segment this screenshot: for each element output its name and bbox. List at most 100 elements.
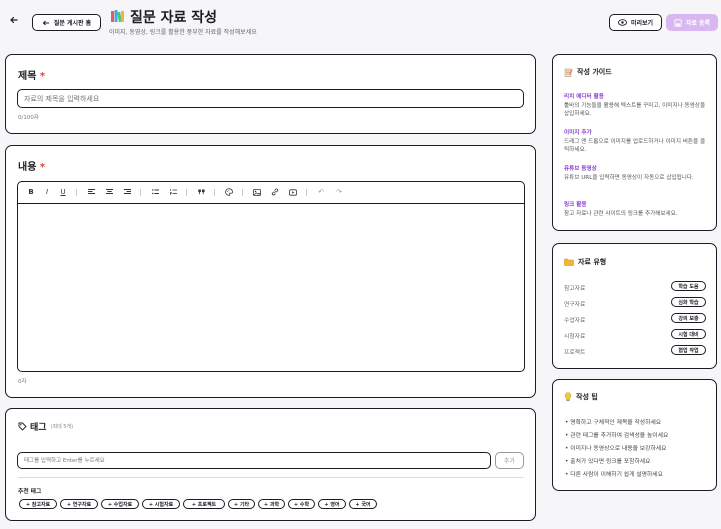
redo-button[interactable]: ↷ [332,182,346,202]
type-label: 수업자료 [564,318,586,324]
types-header: 자료 유형 [564,257,606,267]
type-label: 참고자료 [564,286,586,292]
lightbulb-icon [564,392,572,402]
align-left-icon [87,189,95,194]
material-types-card: 자료 유형 참고자료 학습 도움 연구자료 심화 학습 수업자료 강의 보충 시… [552,243,717,369]
video-button[interactable] [286,182,300,202]
page-title: 질문 자료 작성 [130,10,218,26]
bold-button[interactable]: B [24,182,38,202]
guide-item: 이미지 추가 드래그 앤 드롭으로 이미지를 업로드하거나 이미지 버튼을 클릭… [564,128,709,154]
guide-item-body: 유튜브 URL을 입력하면 동영상이 자동으로 삽입됩니다. [564,175,694,181]
recommended-tag[interactable]: + 참고자료 [19,499,57,509]
tags-hint: (최대 5개) [50,424,74,430]
books-icon [110,8,125,23]
underline-button[interactable]: U [56,182,70,202]
tip-item: • 명확하고 구체적인 제목을 작성하세요 [565,420,662,426]
palette-icon [225,188,233,196]
italic-button[interactable]: I [40,182,54,202]
back-arrow-icon[interactable] [9,15,19,25]
tags-card: 태그 (최대 5개) 추가 추천 태그 + 참고자료 + 연구자료 + 수업자료… [5,408,536,521]
recommended-tag[interactable]: + 프로젝트 [183,499,225,509]
editor-content-area[interactable] [18,204,524,371]
content-label: 내용 * [18,162,46,173]
type-badge: 협업 작업 [671,345,706,355]
preview-label: 미리보기 [630,20,654,27]
type-badge: 학습 도움 [671,281,706,291]
image-icon [253,188,261,196]
title-counter: 0/100자 [18,115,39,121]
link-button[interactable] [268,182,282,202]
recommended-tags: + 참고자료 + 연구자료 + 수업자료 + 시험자료 + 프로젝트 + 기타 … [19,499,529,511]
memo-icon [564,68,573,77]
undo-button[interactable]: ↶ [314,182,328,202]
content-counter: 0자 [18,379,27,385]
eye-icon [618,19,627,26]
types-title: 자료 유형 [578,258,607,266]
recommended-tag[interactable]: + 연구자료 [60,499,98,509]
title-input[interactable] [17,89,524,108]
type-badge: 강의 보충 [671,313,706,323]
submit-button[interactable]: 자료 등록 [666,14,718,31]
quote-button[interactable] [194,182,208,202]
image-button[interactable] [250,182,264,202]
tips-title: 작성 팁 [576,393,598,401]
guide-item-body: 툴바의 기능들을 활용해 텍스트를 꾸미고, 이미지나 동영상을 삽입하세요. [564,103,706,117]
align-center-icon [105,189,113,194]
bullet-list-button[interactable] [148,182,162,202]
recommended-tag[interactable]: + 기타 [228,499,255,509]
tags-divider [18,477,524,478]
guide-item-heading: 링크 활용 [564,202,587,208]
numbered-list-button[interactable] [166,182,180,202]
back-to-board-button[interactable]: 질문 게시판 홈 [32,14,101,31]
bullet-list-icon [151,189,159,195]
guide-item-body: 참고 자료나 관련 사이트의 링크를 추가해보세요. [564,211,678,217]
save-icon [674,18,682,27]
guide-item: 리치 에디터 활용 툴바의 기능들을 활용해 텍스트를 꾸미고, 이미지나 동영… [564,92,709,118]
recommended-tag[interactable]: + 수업자료 [101,499,139,509]
title-label: 제목 * [18,71,46,82]
tip-item: • 출처가 있다면 링크를 포함하세요 [565,459,651,465]
recommended-tag[interactable]: + 영어 [318,499,346,509]
guide-header: 작성 가이드 [564,67,612,77]
type-badge: 시험 대비 [671,329,706,339]
guide-item-body: 드래그 앤 드롭으로 이미지를 업로드하거나 이미지 버튼을 클릭하세요. [564,139,706,153]
content-card: 내용 * B I U ↶ ↷ 0자 [5,145,536,398]
tip-item: • 다른 사람이 이해하기 쉽게 설명하세요 [565,472,663,478]
preview-button[interactable]: 미리보기 [609,14,662,31]
recommended-tag[interactable]: + 과학 [258,499,285,509]
align-left-button[interactable] [84,182,98,202]
align-right-icon [123,189,131,194]
editor: B I U ↶ ↷ [17,181,525,372]
tips-card: 작성 팁 • 명확하고 구체적인 제목을 작성하세요 • 관련 태그를 추가하여… [552,379,717,491]
video-icon [289,188,297,196]
type-badge: 심화 학습 [671,297,706,307]
recommended-tag[interactable]: + 시험자료 [142,499,180,509]
add-tag-label: 추가 [503,458,516,465]
type-label: 시험자료 [564,334,586,340]
numbered-list-icon [169,189,177,195]
guide-item: 링크 활용 참고 자료나 관련 사이트의 링크를 추가해보세요. [564,200,709,218]
title-card: 제목 * 0/100자 [5,54,536,134]
arrow-left-icon [42,20,49,25]
recommended-tag[interactable]: + 국어 [349,499,377,509]
quote-icon [197,189,205,195]
link-icon [271,188,279,196]
type-label: 프로젝트 [564,350,586,356]
tags-label: 태그 [30,423,47,433]
text-color-button[interactable] [222,182,236,202]
align-center-button[interactable] [102,182,116,202]
tip-item: • 관련 태그를 추가하여 검색성을 높이세요 [565,433,669,439]
type-label: 연구자료 [564,302,586,308]
submit-label: 자료 등록 [685,20,711,27]
tag-input[interactable] [17,452,491,469]
add-tag-button[interactable]: 추가 [495,452,524,469]
guide-item: 유튜브 동영상 유튜브 URL을 입력하면 동영상이 자동으로 삽입됩니다. [564,164,709,182]
title-required-mark: * [39,71,46,82]
align-right-button[interactable] [120,182,134,202]
tips-header: 작성 팁 [564,392,598,402]
tag-icon [18,422,27,431]
recommended-tag[interactable]: + 수학 [288,499,315,509]
editor-toolbar: B I U ↶ ↷ [18,182,524,204]
content-required-mark: * [39,162,46,173]
back-to-board-label: 질문 게시판 홈 [53,20,92,27]
